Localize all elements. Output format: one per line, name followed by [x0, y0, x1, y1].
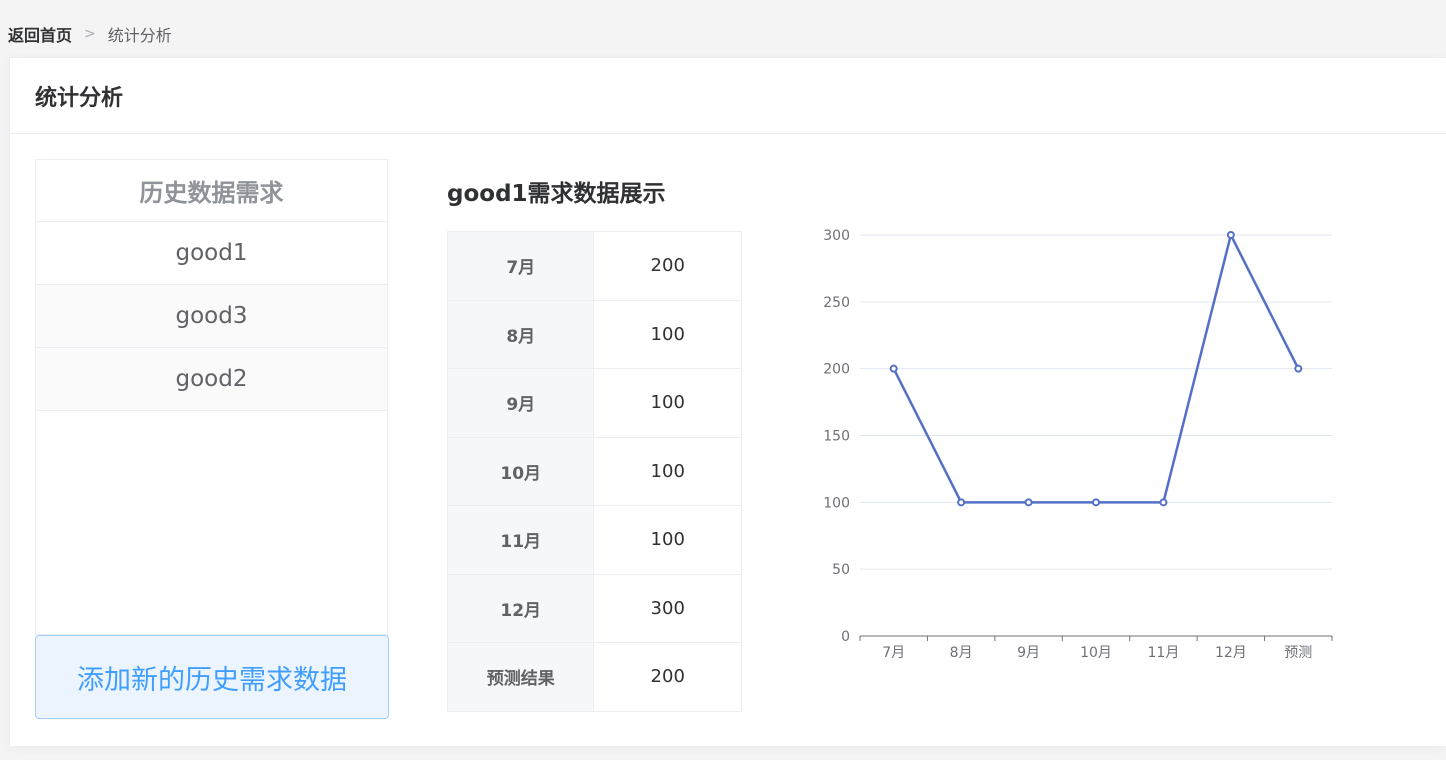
data-point [1024, 498, 1033, 507]
row-label: 9月 [446, 368, 595, 438]
row-value: 200 [593, 231, 742, 301]
row-value: 300 [593, 573, 742, 643]
table-row: 11月 100 [446, 505, 742, 575]
add-history-data-button[interactable]: 添加新的历史需求数据 [35, 635, 389, 719]
x-tick-label: 12月 [1215, 645, 1247, 661]
list-item-good1[interactable]: good1 [36, 222, 387, 285]
row-value: 100 [593, 368, 742, 438]
breadcrumb: 返回首页 > 统计分析 [8, 22, 172, 46]
y-tick-label: 0 [841, 629, 850, 645]
table-row: 8月 100 [446, 299, 742, 369]
table-row: 9月 100 [446, 368, 742, 438]
table-row: 10月 100 [446, 436, 742, 506]
y-tick-label: 200 [823, 362, 850, 378]
breadcrumb-current: 统计分析 [107, 26, 172, 45]
row-value: 200 [593, 642, 742, 712]
y-tick-label: 50 [832, 562, 850, 578]
x-tick-label: 预测 [1284, 645, 1312, 661]
row-label: 预测结果 [446, 642, 595, 712]
x-tick-label: 7月 [882, 645, 905, 661]
page-title: 统计分析 [10, 58, 1446, 134]
breadcrumb-home-link[interactable]: 返回首页 [8, 22, 72, 46]
demand-data-table: 7月 200 8月 100 9月 100 10月 100 11月 100 12月… [446, 231, 742, 712]
row-value: 100 [593, 436, 742, 506]
row-label: 10月 [446, 436, 595, 506]
x-tick-label: 11月 [1148, 645, 1180, 661]
y-tick-label: 150 [823, 429, 850, 445]
detail-title: good1需求数据展示 [447, 181, 666, 207]
row-value: 100 [593, 299, 742, 369]
row-label: 8月 [446, 299, 595, 369]
list-item-good3[interactable]: good3 [36, 285, 387, 348]
data-point [957, 498, 966, 507]
history-list-header: 历史数据需求 [36, 160, 387, 222]
row-value: 100 [593, 505, 742, 575]
list-item-good2[interactable]: good2 [36, 348, 387, 411]
history-list-panel: 历史数据需求 good1 good3 good2 [35, 159, 388, 635]
main-card: 统计分析 历史数据需求 good1 good3 good2 添加新的历史需求数据… [9, 57, 1446, 746]
table-row: 预测结果 200 [446, 642, 742, 712]
table-row: 7月 200 [446, 231, 742, 301]
row-label: 11月 [446, 505, 595, 575]
data-point [1159, 498, 1168, 507]
row-label: 7月 [446, 231, 595, 301]
line-chart: 0 50 100 150 200 250 300 7月 8月 9月 10月 11月 12月 预测 [810, 218, 1350, 698]
y-tick-label: 100 [823, 495, 850, 511]
x-tick-label: 9月 [1017, 645, 1040, 661]
y-tick-label: 250 [823, 295, 850, 311]
data-point [1092, 498, 1100, 507]
data-point [1294, 364, 1303, 373]
chevron-right-icon: > [84, 26, 96, 42]
table-row: 12月 300 [446, 573, 742, 643]
row-label: 12月 [446, 573, 595, 643]
line-chart-svg: 0 50 100 150 200 250 300 7月 8月 9月 10月 11月 12月 预测 [823, 228, 1333, 661]
data-point [889, 364, 898, 373]
data-point [1226, 231, 1235, 239]
y-tick-label: 300 [823, 228, 850, 244]
x-tick-label: 10月 [1080, 645, 1112, 661]
x-tick-label: 8月 [950, 645, 973, 661]
